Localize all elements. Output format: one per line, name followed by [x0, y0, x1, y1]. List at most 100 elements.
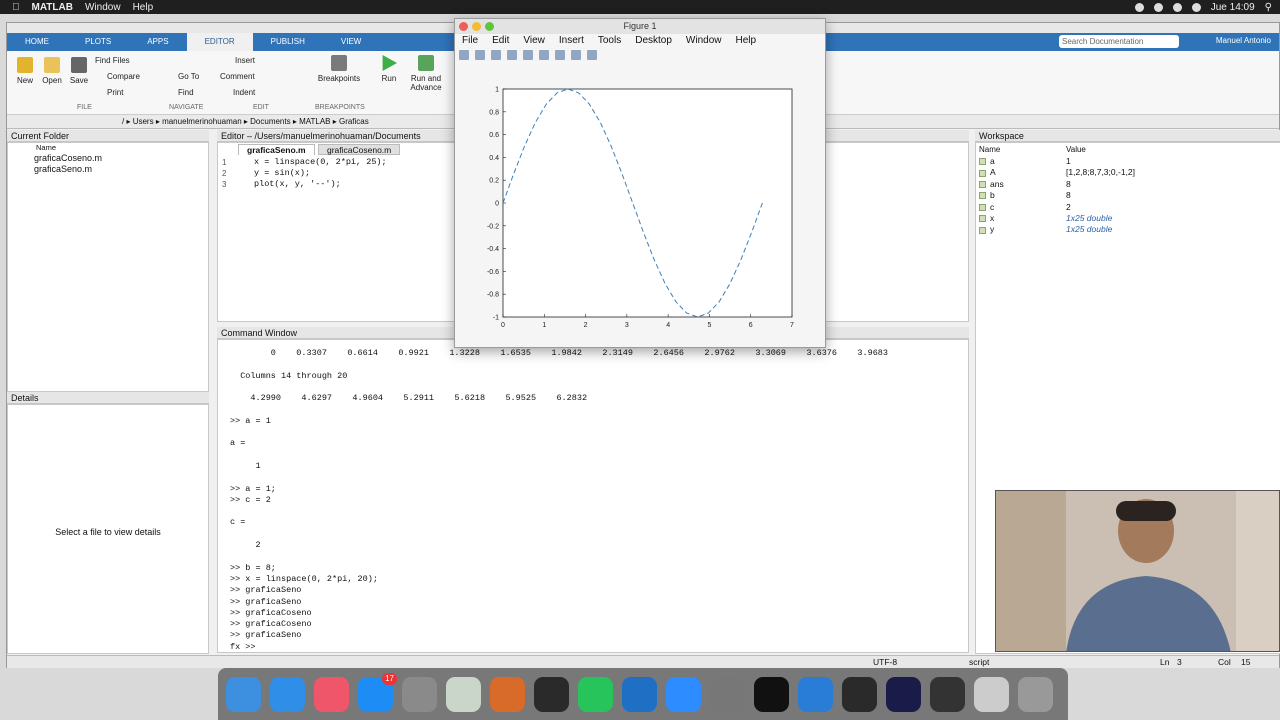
- workspace-variable[interactable]: c2: [976, 202, 1156, 213]
- tab-home[interactable]: HOME: [7, 33, 67, 51]
- window-icon[interactable]: [974, 676, 1009, 712]
- command-output-line: c =: [230, 517, 246, 528]
- app-store-icon[interactable]: 17: [358, 672, 397, 712]
- menu-help[interactable]: Help: [133, 2, 154, 13]
- menu-tools[interactable]: Tools: [591, 34, 628, 48]
- print-icon[interactable]: [507, 50, 517, 60]
- plot-tools-icon[interactable]: [587, 50, 597, 60]
- code-line[interactable]: x = linspace(0, 2*pi, 25);: [254, 157, 387, 168]
- workspace-variable[interactable]: A [1,2,8;8,7,3;0,-1,2]: [976, 167, 1156, 178]
- comment-button[interactable]: Comment: [220, 72, 255, 81]
- workspace-variable[interactable]: y 1x25 double: [976, 224, 1156, 235]
- file-item[interactable]: graficaCoseno.m: [8, 153, 208, 164]
- code-line[interactable]: y = sin(x);: [254, 168, 310, 179]
- open-icon[interactable]: [475, 50, 485, 60]
- print-button[interactable]: Print: [107, 88, 123, 97]
- command-output-line: [230, 529, 968, 540]
- breakpoints-button[interactable]: Breakpoints: [314, 55, 364, 83]
- column-name[interactable]: Name: [979, 145, 1000, 154]
- tab-publish[interactable]: PUBLISH: [253, 33, 323, 51]
- r-icon[interactable]: [622, 676, 657, 712]
- colorbar-icon[interactable]: [539, 50, 549, 60]
- terminal-icon[interactable]: [754, 676, 789, 712]
- window-icon[interactable]: [930, 676, 965, 712]
- compare-button[interactable]: Compare: [107, 72, 140, 81]
- editor-tab[interactable]: graficaSeno.m: [238, 144, 315, 155]
- menu-file[interactable]: File: [455, 34, 485, 48]
- clock[interactable]: Jue 14:09: [1211, 2, 1255, 13]
- link-icon[interactable]: [523, 50, 533, 60]
- minimize-icon[interactable]: [472, 22, 481, 31]
- menu-window[interactable]: Window: [679, 34, 729, 48]
- column-value[interactable]: Value: [1066, 145, 1086, 154]
- settings-icon[interactable]: [402, 676, 437, 712]
- workspace-variable[interactable]: b8: [976, 190, 1156, 201]
- menu-window[interactable]: Window: [85, 2, 121, 13]
- search-input[interactable]: Search Documentation: [1059, 35, 1179, 48]
- workspace-variable[interactable]: a1: [976, 156, 1156, 167]
- tab-editor[interactable]: EDITOR: [186, 33, 253, 51]
- save-icon[interactable]: [491, 50, 501, 60]
- user-name[interactable]: Manuel Antonio: [1216, 36, 1271, 45]
- menu-view[interactable]: View: [516, 34, 552, 48]
- run-advance-button[interactable]: Run and Advance: [405, 55, 447, 92]
- menu-edit[interactable]: Edit: [485, 34, 516, 48]
- new-figure-icon[interactable]: [459, 50, 469, 60]
- trash-icon[interactable]: [1018, 676, 1053, 712]
- sine-plot[interactable]: 0 1 2 3 4 5 6 7 -1 -0.8 -0.6 -0.4 -0.2 0 0.2 0.4 0.6 0.8 1: [455, 69, 827, 349]
- tab-view[interactable]: VIEW: [323, 33, 379, 51]
- editor-tab[interactable]: graficaCoseno.m: [318, 144, 401, 155]
- menu-insert[interactable]: Insert: [552, 34, 591, 48]
- workspace-variable[interactable]: ans 8: [976, 179, 1156, 190]
- open-button[interactable]: Open: [39, 57, 65, 85]
- keyboard-icon[interactable]: [446, 676, 481, 712]
- finder-icon[interactable]: [226, 676, 261, 712]
- close-icon[interactable]: [459, 22, 468, 31]
- audition-icon[interactable]: [886, 676, 921, 712]
- code-line[interactable]: plot(x, y, '--');: [254, 179, 341, 190]
- inkscape-icon[interactable]: [534, 676, 569, 712]
- run-button[interactable]: Run: [375, 55, 403, 83]
- find-files-button[interactable]: Find Files: [95, 56, 130, 65]
- status-icon[interactable]: [1172, 2, 1182, 12]
- tex-icon[interactable]: [710, 676, 745, 712]
- apple-icon[interactable]: : [12, 2, 20, 13]
- zoom-icon[interactable]: [485, 22, 494, 31]
- status-icon[interactable]: [1153, 2, 1163, 12]
- find-button[interactable]: Find: [178, 88, 194, 97]
- command-prompt[interactable]: fx >>: [230, 642, 968, 653]
- command-output-line: 0 0.3307 0.6614 0.9921 1.3228 1.6535 1.9…: [230, 348, 889, 358]
- y-tick-label: 0: [495, 201, 499, 208]
- whatsapp-icon[interactable]: [578, 676, 613, 712]
- matlab-icon[interactable]: [490, 676, 525, 712]
- acrobat-icon[interactable]: [842, 676, 877, 712]
- insert-button[interactable]: Insert: [235, 56, 255, 65]
- legend-icon[interactable]: [555, 50, 565, 60]
- search-icon[interactable]: ⚲: [1265, 2, 1272, 13]
- music-icon[interactable]: [314, 676, 349, 712]
- edge-icon[interactable]: [798, 676, 833, 712]
- zoom-icon[interactable]: [666, 676, 701, 712]
- workspace-variable[interactable]: x 1x25 double: [976, 213, 1156, 224]
- menu-help[interactable]: Help: [729, 34, 764, 48]
- app-menu[interactable]: MATLAB: [32, 2, 73, 13]
- pointer-icon[interactable]: [571, 50, 581, 60]
- details-pane: Select a file to view details: [7, 404, 209, 654]
- new-button[interactable]: New: [13, 57, 37, 85]
- file-item[interactable]: graficaSeno.m: [8, 164, 208, 175]
- run-advance-icon: [418, 55, 434, 71]
- save-button[interactable]: Save: [67, 57, 91, 85]
- indent-button[interactable]: Indent: [233, 88, 255, 97]
- tab-plots[interactable]: PLOTS: [67, 33, 129, 51]
- status-icon[interactable]: [1134, 2, 1144, 12]
- wifi-icon[interactable]: [1191, 2, 1201, 12]
- safari-icon[interactable]: [270, 676, 305, 712]
- go-to-button[interactable]: Go To: [178, 72, 199, 81]
- tab-apps[interactable]: APPS: [129, 33, 186, 51]
- command-window[interactable]: 0 0.3307 0.6614 0.9921 1.3228 1.6535 1.9…: [217, 339, 969, 653]
- current-folder-pane: Name graficaCoseno.m graficaSeno.m: [7, 142, 209, 392]
- column-name[interactable]: Name: [8, 143, 208, 153]
- variable-icon: [979, 169, 986, 177]
- menu-desktop[interactable]: Desktop: [628, 34, 679, 48]
- details-header[interactable]: Details: [7, 392, 209, 404]
